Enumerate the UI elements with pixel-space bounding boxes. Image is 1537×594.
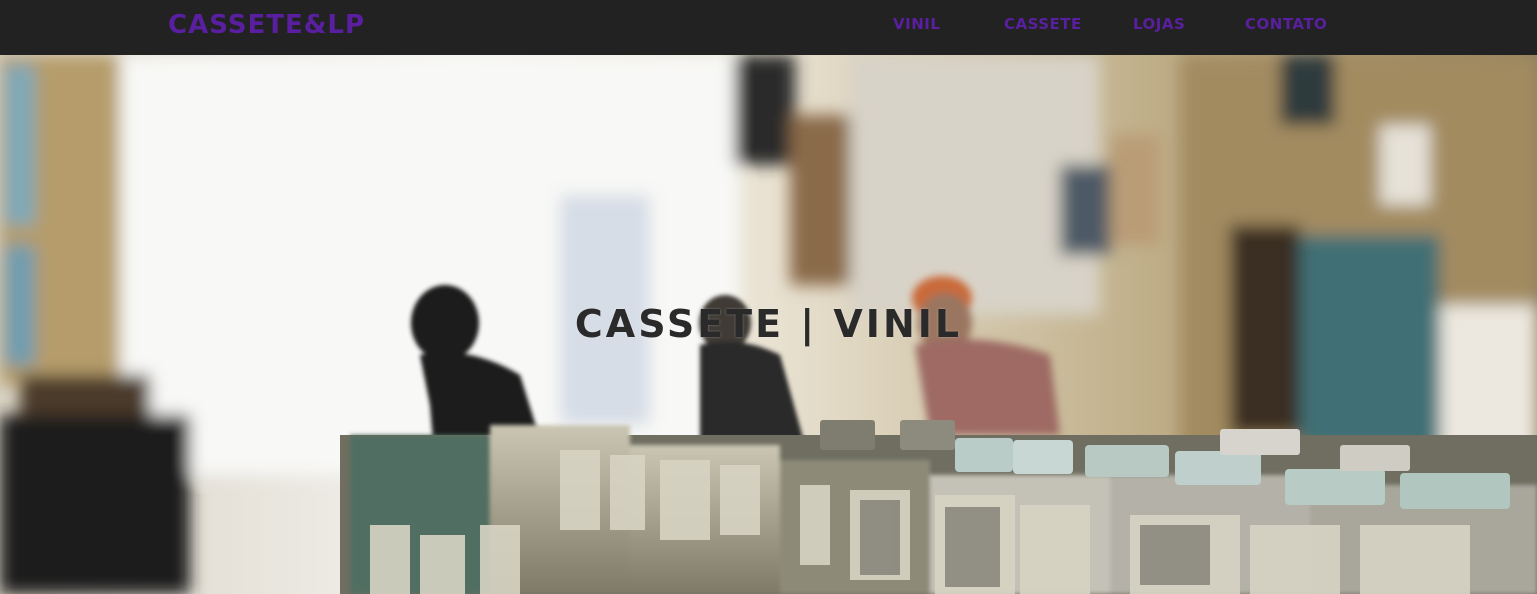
top-navbar: CASSETE&LP VINIL CASSETE LOJAS CONTATO (0, 0, 1537, 55)
nav-link-contato[interactable]: CONTATO (1245, 14, 1327, 34)
nav-link-cassete[interactable]: CASSETE (1004, 14, 1082, 34)
nav-link-vinil[interactable]: VINIL (893, 14, 940, 34)
nav-link-lojas[interactable]: LOJAS (1133, 14, 1185, 34)
hero-banner: CASSETE | VINIL (0, 55, 1537, 594)
hero-title: CASSETE | VINIL (574, 302, 963, 346)
brand-logo[interactable]: CASSETE&LP (168, 8, 365, 42)
